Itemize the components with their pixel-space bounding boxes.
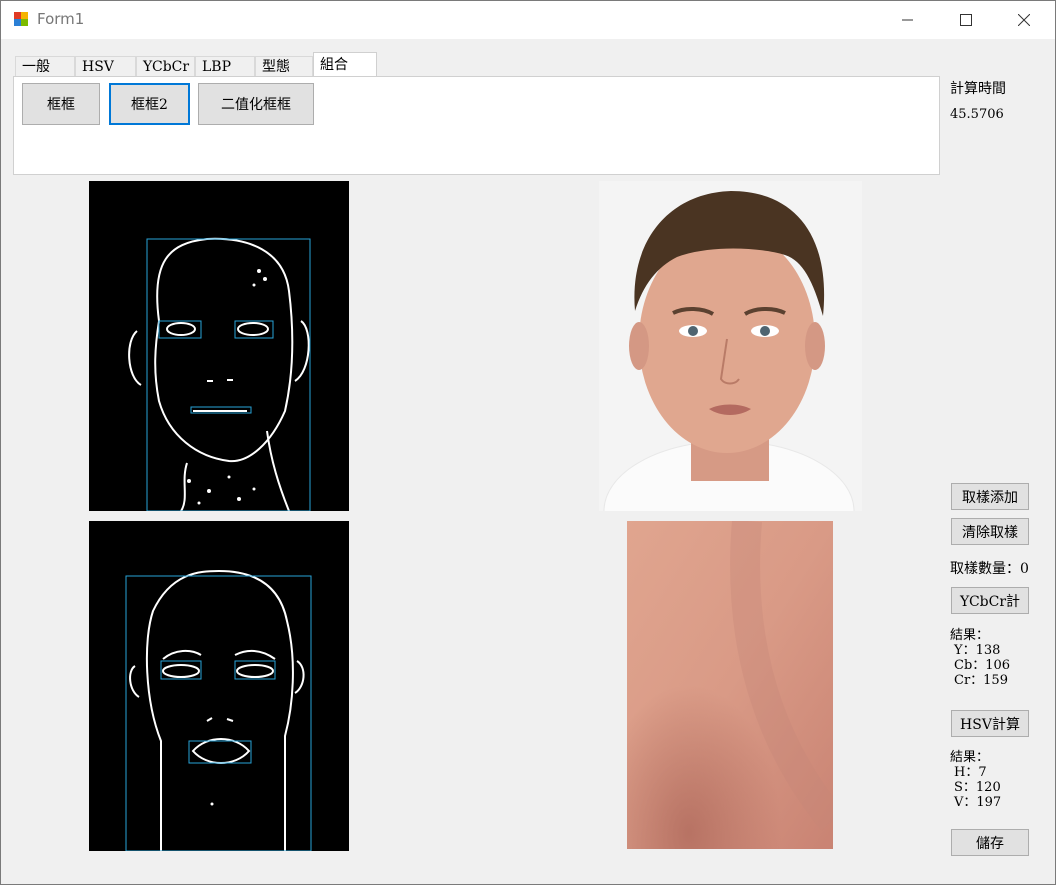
tab-hsv[interactable]: HSV	[75, 56, 136, 77]
save-button[interactable]: 儲存	[951, 829, 1029, 856]
hsv-result-h: H：7	[954, 765, 987, 780]
close-icon	[1018, 14, 1030, 26]
title-bar: Form1	[1, 1, 1055, 39]
edge-detection-image	[89, 181, 349, 511]
kuangkuang-button[interactable]: 框框	[22, 83, 100, 125]
hsv-result-v: V：197	[954, 795, 1002, 810]
maximize-icon	[960, 14, 972, 26]
ycbcr-result-cb: Cb：106	[954, 658, 1011, 673]
binary-kuangkuang-button[interactable]: 二值化框框	[198, 83, 314, 125]
maximize-button[interactable]	[937, 1, 995, 39]
tab-general[interactable]: 一般	[15, 56, 75, 77]
minimize-icon	[902, 19, 913, 21]
calc-time-label: 計算時間	[950, 81, 1006, 97]
calc-time-value: 45.5706	[950, 107, 1004, 122]
tab-combination[interactable]: 組合	[313, 52, 377, 78]
clear-sample-button[interactable]: 清除取樣	[951, 518, 1029, 545]
hsv-result-title: 結果：	[950, 750, 990, 765]
tab-ycbcr[interactable]: YCbCr	[136, 56, 195, 77]
kuangkuang2-button[interactable]: 框框2	[109, 83, 190, 125]
tab-lbp[interactable]: LBP	[195, 56, 255, 77]
face-photo	[599, 181, 862, 511]
window-title: Form1	[37, 10, 85, 28]
main-window: Form1 一般 HSV YCbCr LBP 型態 組合 框框 框框2 二值化框…	[0, 0, 1056, 885]
minimize-button[interactable]	[879, 1, 937, 39]
ycbcr-result-y: Y：138	[954, 643, 1001, 658]
contour-image	[89, 521, 349, 851]
tab-morphology[interactable]: 型態	[255, 56, 313, 77]
add-sample-button[interactable]: 取樣添加	[951, 483, 1029, 510]
ycbcr-result-title: 結果：	[950, 628, 990, 643]
tab-page-combination: 框框 框框2 二值化框框	[13, 76, 940, 175]
ycbcr-calc-button[interactable]: YCbCr計	[951, 587, 1029, 614]
contour-face-drawing	[125, 569, 312, 851]
skin-sample-image	[627, 521, 833, 849]
edge-face-drawing	[128, 237, 311, 511]
tab-strip: 一般 HSV YCbCr LBP 型態 組合	[15, 52, 415, 78]
app-icon	[14, 12, 28, 26]
close-button[interactable]	[995, 1, 1053, 39]
hsv-calc-button[interactable]: HSV計算	[951, 710, 1029, 737]
skin-sample-drawing	[627, 521, 833, 849]
ycbcr-result-cr: Cr：159	[954, 673, 1008, 688]
sample-count-label: 取樣數量：0	[950, 561, 1029, 577]
face-photo-drawing	[603, 191, 855, 511]
hsv-result-s: S：120	[954, 780, 1001, 795]
